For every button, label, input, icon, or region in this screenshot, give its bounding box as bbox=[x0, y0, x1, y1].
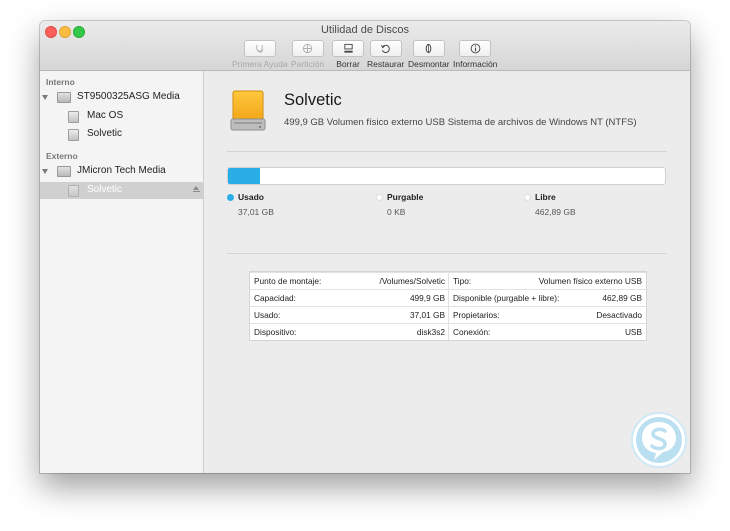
legend-dot bbox=[227, 194, 234, 201]
volume-icon bbox=[68, 111, 79, 123]
info-value: 462,89 GB bbox=[602, 293, 642, 303]
legend-value: 37,01 GB bbox=[238, 207, 274, 217]
volume-description: 499,9 GB Volumen físico externo USB Sist… bbox=[284, 117, 637, 128]
info-button[interactable]: Información bbox=[453, 40, 497, 69]
legend-dot bbox=[376, 194, 383, 201]
sidebar-item-volume-macos[interactable]: Mac OS bbox=[40, 108, 203, 125]
info-label: Conexión: bbox=[453, 327, 491, 337]
usage-bar-used bbox=[228, 168, 261, 184]
info-table: Punto de montaje: /Volumes/Solvetic Tipo… bbox=[249, 271, 647, 341]
disk-utility-window: Utilidad de Discos Primera Ayuda Partici… bbox=[40, 21, 690, 473]
erase-label: Borrar bbox=[336, 59, 360, 69]
restore-label: Restaurar bbox=[367, 59, 405, 69]
sidebar-header-external: Externo bbox=[46, 151, 78, 161]
info-label: Capacidad: bbox=[254, 293, 296, 303]
info-row-used: Usado: 37,01 GB Propietarios: Desactivad… bbox=[250, 306, 646, 323]
hard-disk-icon bbox=[57, 92, 71, 103]
legend-value: 0 KB bbox=[387, 207, 406, 217]
volume-icon bbox=[68, 185, 79, 197]
divider bbox=[227, 253, 667, 254]
sidebar-item-label: JMicron Tech Media bbox=[77, 165, 166, 176]
info-row-device: Dispositivo: disk3s2 Conexión: USB bbox=[250, 323, 646, 340]
legend-dot bbox=[524, 194, 531, 201]
info-value: 37,01 GB bbox=[409, 310, 445, 320]
info-icon bbox=[470, 43, 481, 54]
stethoscope-icon bbox=[256, 44, 264, 53]
window-title: Utilidad de Discos bbox=[320, 24, 410, 36]
volume-icon bbox=[68, 129, 79, 141]
info-label: Usado: bbox=[254, 310, 281, 320]
info-label: Tipo: bbox=[453, 276, 472, 286]
info-row-mount-point: Punto de montaje: /Volumes/Solvetic Tipo… bbox=[250, 272, 646, 289]
info-label: Propietarios: bbox=[453, 310, 500, 320]
external-drive-icon bbox=[230, 90, 266, 131]
disclosure-triangle-icon[interactable] bbox=[42, 169, 48, 174]
sidebar: Interno ST9500325ASG Media Mac OS Solvet… bbox=[40, 71, 204, 473]
unmount-icon bbox=[425, 43, 432, 54]
legend-title: Purgable bbox=[387, 192, 424, 202]
legend-title: Libre bbox=[535, 192, 556, 202]
sidebar-item-volume-solvetic-external[interactable]: Solvetic bbox=[40, 182, 203, 199]
info-value: Volumen físico externo USB bbox=[538, 276, 642, 286]
unmount-label: Desmontar bbox=[408, 59, 450, 69]
usage-bar bbox=[227, 167, 666, 185]
info-value: Desactivado bbox=[596, 310, 642, 320]
info-label: Disponible (purgable + libre): bbox=[453, 293, 560, 303]
sidebar-item-volume-solvetic-internal[interactable]: Solvetic bbox=[40, 126, 203, 143]
sidebar-item-external-disk[interactable]: JMicron Tech Media bbox=[40, 163, 203, 180]
titlebar: Utilidad de Discos Primera Ayuda Partici… bbox=[40, 21, 690, 71]
sidebar-item-label: ST9500325ASG Media bbox=[77, 91, 180, 102]
info-value: USB bbox=[624, 327, 642, 337]
sidebar-header-internal: Interno bbox=[46, 77, 75, 87]
info-row-capacity: Capacidad: 499,9 GB Disponible (purgable… bbox=[250, 289, 646, 306]
restore-button[interactable]: Restaurar bbox=[367, 40, 404, 69]
volume-name: Solvetic bbox=[284, 91, 342, 109]
eject-icon[interactable] bbox=[192, 186, 200, 193]
legend-title: Usado bbox=[238, 192, 264, 202]
disclosure-triangle-icon[interactable] bbox=[42, 95, 48, 100]
sidebar-item-label: Solvetic bbox=[87, 128, 123, 139]
divider bbox=[227, 151, 667, 152]
legend-value: 462,89 GB bbox=[535, 207, 576, 217]
sidebar-item-internal-disk[interactable]: ST9500325ASG Media bbox=[40, 89, 203, 106]
first-aid-button[interactable]: Primera Ayuda bbox=[232, 40, 288, 69]
sidebar-item-label: Mac OS bbox=[87, 110, 124, 121]
external-disk-icon bbox=[57, 166, 71, 177]
info-label: Dispositivo: bbox=[254, 327, 297, 337]
info-label: Información bbox=[453, 59, 498, 69]
first-aid-label: Primera Ayuda bbox=[232, 59, 288, 69]
restore-icon bbox=[381, 44, 390, 54]
partition-icon bbox=[302, 43, 313, 54]
erase-button[interactable]: Borrar bbox=[332, 40, 364, 69]
info-value: 499,9 GB bbox=[409, 293, 445, 303]
sidebar-item-label: Solvetic bbox=[87, 184, 123, 195]
partition-label: Partición bbox=[291, 59, 325, 69]
solvetic-logo-icon bbox=[631, 412, 687, 468]
info-value: disk3s2 bbox=[416, 327, 445, 337]
unmount-button[interactable]: Desmontar bbox=[408, 40, 450, 69]
erase-icon bbox=[343, 43, 353, 53]
partition-button[interactable]: Partición bbox=[291, 40, 324, 69]
volume-detail-pane: Solvetic 499,9 GB Volumen físico externo… bbox=[204, 71, 690, 473]
info-value: /Volumes/Solvetic bbox=[379, 276, 445, 286]
info-label: Punto de montaje: bbox=[254, 276, 322, 286]
